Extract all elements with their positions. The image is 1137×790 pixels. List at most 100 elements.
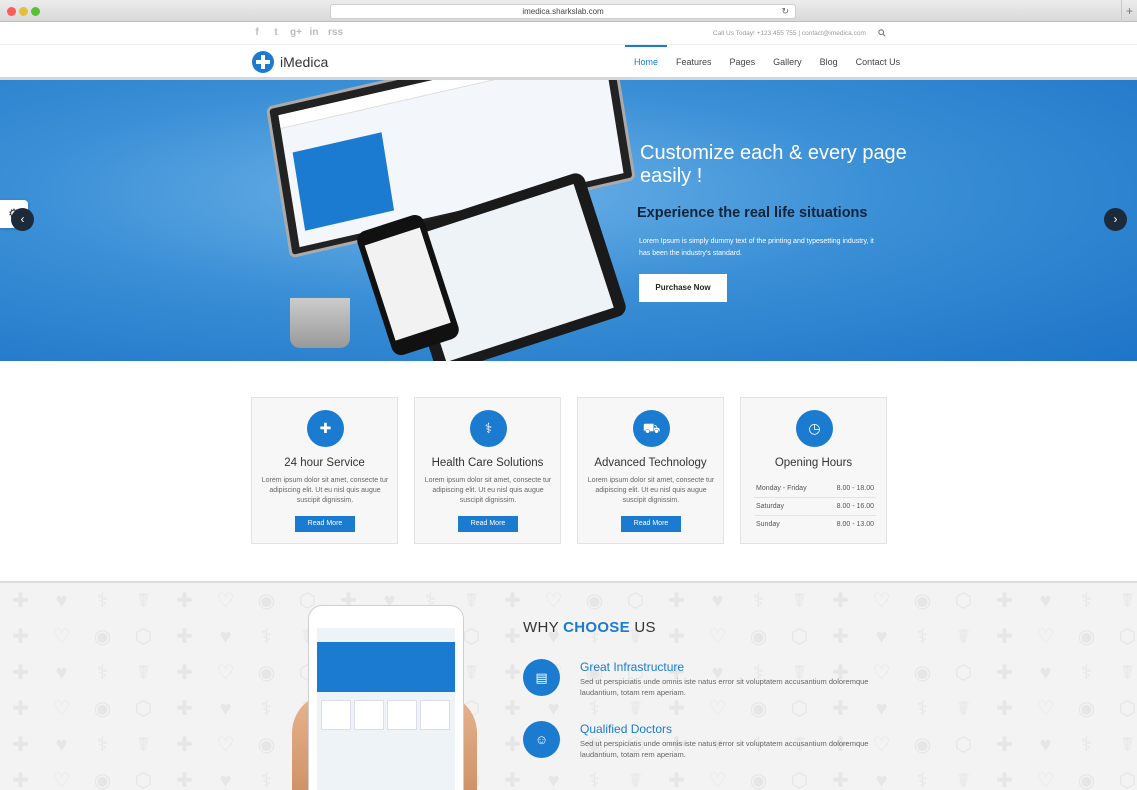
- pattern-glyph: ♡: [872, 590, 891, 612]
- purchase-now-button[interactable]: Purchase Now: [639, 274, 727, 302]
- pattern-glyph: ♥: [1039, 662, 1052, 684]
- pattern-glyph: ◉: [913, 590, 932, 612]
- read-more-button[interactable]: Read More: [295, 516, 355, 532]
- logo-text: iMedica: [280, 54, 329, 70]
- why-item-doctors: ☺ Qualified Doctors Sed ut perspiciatis …: [523, 721, 883, 761]
- pattern-glyph: ⚕: [589, 770, 600, 790]
- search-icon[interactable]: [878, 29, 886, 37]
- pattern-glyph: ♥: [55, 662, 68, 684]
- google-plus-icon[interactable]: g+: [290, 27, 302, 38]
- why-item-infrastructure: ▤ Great Infrastructure Sed ut perspiciat…: [523, 659, 883, 699]
- facebook-icon[interactable]: f: [252, 27, 262, 38]
- nav-item-home[interactable]: Home: [625, 45, 668, 79]
- feature-box-health-care: ⚕ Health Care Solutions Lorem ipsum dolo…: [414, 397, 561, 544]
- reload-icon[interactable]: ↻: [781, 5, 789, 18]
- pattern-glyph: ✚: [832, 626, 849, 648]
- why-choose-us-section: ✚ ♥ ⚕ ☤ ✚ ♡ ◉ ⬡ ✚ ♥ ⚕ ☤ ✚ ♡ ◉ ⬡ ✚ ♥ ⚕ ☤ ✚ ♡ ◉ ⬡ ✚ ♥ ⚕ ☤ ✚ ♡ ◉ ⬡ ✚ ♥ ⚕ ☤ ✚ ♡ ◉ ⬡…: [0, 581, 1137, 790]
- nav-item-features[interactable]: Features: [667, 45, 721, 79]
- section-title: WHY CHOOSE US: [523, 619, 656, 636]
- pattern-glyph: ◉: [1077, 698, 1096, 720]
- pattern-glyph: ♡: [216, 590, 235, 612]
- pattern-glyph: ♡: [544, 590, 563, 612]
- pattern-glyph: ⚕: [97, 590, 108, 612]
- nav-item-blog[interactable]: Blog: [811, 45, 847, 79]
- doctor-icon: ☺: [523, 721, 560, 758]
- hours-day: Monday - Friday: [756, 485, 807, 492]
- hero-text: Lorem Ipsum is simply dummy text of the …: [639, 238, 874, 257]
- title-highlight: CHOOSE: [563, 619, 630, 636]
- why-item-title[interactable]: Great Infrastructure: [580, 660, 684, 674]
- pattern-glyph: ♥: [547, 770, 560, 790]
- why-item-title[interactable]: Qualified Doctors: [580, 722, 672, 736]
- pattern-glyph: ✚: [176, 662, 193, 684]
- pattern-glyph: ⬡: [134, 626, 153, 648]
- rss-icon[interactable]: rss: [328, 27, 343, 38]
- pattern-glyph: ◉: [749, 770, 768, 790]
- read-more-button[interactable]: Read More: [621, 516, 681, 532]
- twitter-icon[interactable]: t: [271, 27, 281, 38]
- pattern-glyph: ◉: [93, 698, 112, 720]
- pattern-glyph: ⬡: [954, 590, 973, 612]
- pattern-glyph: ☤: [792, 590, 807, 612]
- hero-subtitle: Experience the real life situations: [637, 205, 868, 221]
- pattern-glyph: ☤: [136, 662, 151, 684]
- opening-hours-table: Monday - Friday 8.00 - 18.00 Saturday 8.…: [754, 480, 876, 533]
- pattern-glyph: ♡: [708, 626, 727, 648]
- logo[interactable]: iMedica: [252, 51, 328, 73]
- pattern-glyph: ◉: [913, 734, 932, 756]
- pattern-glyph: ♡: [52, 770, 71, 790]
- pattern-glyph: ⬡: [954, 734, 973, 756]
- pattern-glyph: ♥: [219, 698, 232, 720]
- read-more-button[interactable]: Read More: [458, 516, 518, 532]
- address-bar[interactable]: imedica.sharkslab.com ↻: [330, 4, 796, 19]
- slider-prev-button[interactable]: ‹: [11, 208, 34, 231]
- pattern-glyph: ✚: [996, 770, 1013, 790]
- linkedin-icon[interactable]: in: [309, 27, 319, 38]
- close-window-button[interactable]: [7, 7, 16, 16]
- pattern-glyph: ⚕: [261, 698, 272, 720]
- feature-text: Lorem ipsum dolor sit amet, consecte tur…: [424, 477, 552, 504]
- pattern-glyph: ✚: [176, 734, 193, 756]
- pattern-glyph: ⚕: [97, 662, 108, 684]
- hours-time: 8.00 - 16.00: [836, 503, 874, 510]
- main-menu: Home Features Pages Gallery Blog Contact…: [625, 45, 909, 79]
- hours-row: Saturday 8.00 - 16.00: [754, 498, 876, 516]
- pattern-glyph: ◉: [749, 626, 768, 648]
- nav-item-gallery[interactable]: Gallery: [764, 45, 811, 79]
- feature-text: Lorem ipsum dolor sit amet, consecte tur…: [587, 477, 715, 504]
- pattern-glyph: ⚕: [261, 626, 272, 648]
- pattern-glyph: ⬡: [790, 770, 809, 790]
- pattern-glyph: ⬡: [626, 590, 645, 612]
- pattern-glyph: ♡: [1036, 698, 1055, 720]
- pattern-glyph: ♥: [219, 770, 232, 790]
- why-item-text: Sed ut perspiciatis unde omnis iste natu…: [580, 739, 869, 759]
- maximize-window-button[interactable]: [31, 7, 40, 16]
- pattern-glyph: ♥: [875, 770, 888, 790]
- title-suffix: US: [634, 619, 656, 636]
- new-tab-button[interactable]: +: [1121, 0, 1137, 22]
- pattern-glyph: ◉: [93, 626, 112, 648]
- hero-slider: ⚙ ‹ › Customize each & every page easily…: [0, 80, 1137, 361]
- browser-chrome: imedica.sharkslab.com ↻ +: [0, 0, 1137, 22]
- minimize-window-button[interactable]: [19, 7, 28, 16]
- pattern-glyph: ☤: [1120, 662, 1135, 684]
- medkit-icon: ✚: [307, 410, 344, 447]
- slider-next-button[interactable]: ›: [1104, 208, 1127, 231]
- pattern-glyph: ⚕: [753, 590, 764, 612]
- pattern-glyph: ☤: [956, 626, 971, 648]
- feature-title: Health Care Solutions: [431, 457, 544, 469]
- pattern-glyph: ⬡: [134, 698, 153, 720]
- nav-item-contact-us[interactable]: Contact Us: [847, 45, 910, 79]
- nav-item-pages[interactable]: Pages: [721, 45, 765, 79]
- pattern-glyph: ⬡: [1118, 770, 1137, 790]
- pattern-glyph: ☤: [1120, 734, 1135, 756]
- pattern-glyph: ◉: [257, 590, 276, 612]
- pattern-glyph: ◉: [1077, 626, 1096, 648]
- pattern-glyph: ✚: [12, 626, 29, 648]
- pattern-glyph: ♡: [52, 626, 71, 648]
- pattern-glyph: ✚: [12, 698, 29, 720]
- hand-holding-ipad-image: [292, 603, 477, 790]
- pattern-glyph: ⬡: [954, 662, 973, 684]
- pattern-glyph: ♡: [52, 698, 71, 720]
- pattern-glyph: ⚕: [917, 626, 928, 648]
